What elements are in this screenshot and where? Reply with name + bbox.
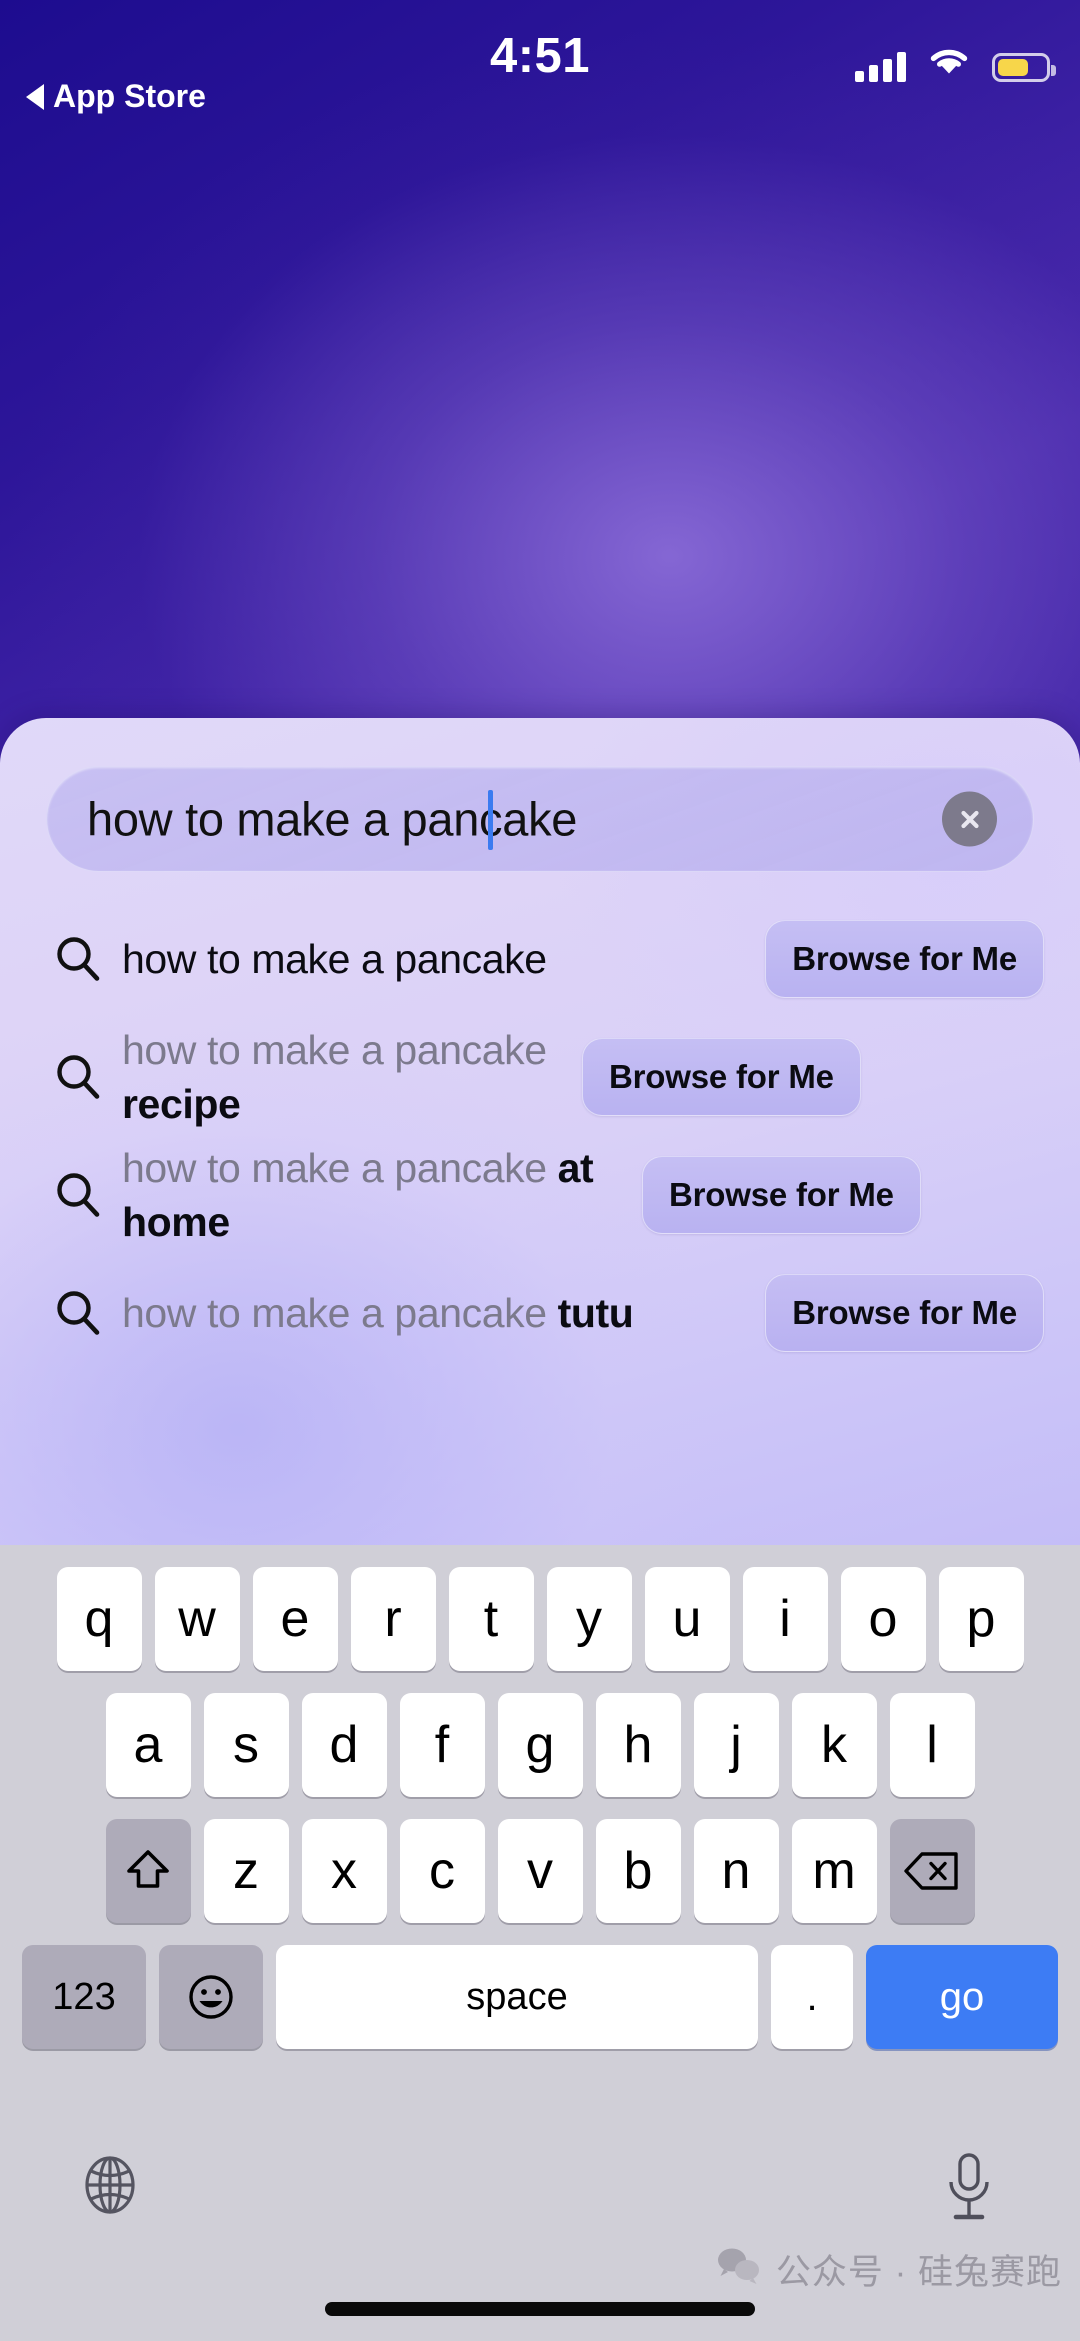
backspace-key[interactable] bbox=[889, 1819, 975, 1923]
suggestion-row[interactable]: how to make a pancake recipe Browse for … bbox=[0, 1018, 1080, 1136]
key-q[interactable]: q bbox=[56, 1567, 142, 1671]
key-p[interactable]: p bbox=[938, 1567, 1024, 1671]
key-w[interactable]: w bbox=[154, 1567, 240, 1671]
suggestion-row[interactable]: how to make a pancake Browse for Me bbox=[0, 900, 1080, 1018]
key-h[interactable]: h bbox=[595, 1693, 681, 1797]
home-indicator[interactable] bbox=[325, 2302, 755, 2316]
keyboard-row-2: a s d f g h j k l bbox=[0, 1671, 1080, 1797]
dictation-key[interactable] bbox=[938, 2149, 1000, 2232]
key-b[interactable]: b bbox=[595, 1819, 681, 1923]
period-key[interactable]: . bbox=[771, 1945, 853, 2049]
key-a[interactable]: a bbox=[105, 1693, 191, 1797]
cellular-signal-icon bbox=[855, 52, 906, 82]
magnifier-icon bbox=[52, 1051, 122, 1103]
emoji-key[interactable] bbox=[159, 1945, 263, 2049]
browse-for-me-button[interactable]: Browse for Me bbox=[765, 1274, 1044, 1352]
wifi-icon bbox=[927, 45, 971, 82]
shift-arrow-up-icon bbox=[127, 1850, 169, 1888]
battery-icon bbox=[992, 53, 1056, 82]
shift-key[interactable] bbox=[105, 1819, 191, 1923]
onscreen-keyboard: q w e r t y u i o p a s d f g h j k l z … bbox=[0, 1545, 1080, 2341]
status-bar: 4:51 App Store bbox=[0, 0, 1080, 130]
key-u[interactable]: u bbox=[644, 1567, 730, 1671]
suggestion-row[interactable]: how to make a pancake at home Browse for… bbox=[0, 1136, 1080, 1254]
suggestion-text: how to make a pancake at home bbox=[122, 1145, 594, 1245]
search-input-value: how to make a pancake bbox=[87, 792, 578, 846]
key-t[interactable]: t bbox=[448, 1567, 534, 1671]
back-button-label: App Store bbox=[53, 78, 206, 114]
microphone-dictation-icon bbox=[949, 2153, 989, 2220]
browse-for-me-button[interactable]: Browse for Me bbox=[642, 1156, 921, 1234]
suggestion-list: how to make a pancake Browse for Me how … bbox=[0, 900, 1080, 1372]
browse-for-me-button[interactable]: Browse for Me bbox=[765, 920, 1044, 998]
triangle-left-icon bbox=[26, 83, 44, 110]
magnifier-icon bbox=[52, 933, 122, 985]
watermark-text: 公众号 · 硅兔赛跑 bbox=[775, 2253, 1062, 2292]
emoji-smiley-icon bbox=[189, 1975, 233, 2019]
search-input[interactable]: how to make a pancake bbox=[46, 766, 1034, 872]
space-key[interactable]: space bbox=[276, 1945, 758, 2049]
status-bar-indicators bbox=[855, 42, 1056, 82]
clear-search-button[interactable] bbox=[942, 791, 997, 847]
key-d[interactable]: d bbox=[301, 1693, 387, 1797]
backspace-delete-icon bbox=[904, 1852, 958, 1890]
key-l[interactable]: l bbox=[889, 1693, 975, 1797]
key-i[interactable]: i bbox=[742, 1567, 828, 1671]
key-c[interactable]: c bbox=[399, 1819, 485, 1923]
key-o[interactable]: o bbox=[840, 1567, 926, 1671]
back-to-app-store-button[interactable]: App Store bbox=[26, 78, 206, 115]
key-m[interactable]: m bbox=[791, 1819, 877, 1923]
globe-language-icon bbox=[85, 2156, 135, 2214]
keyboard-row-3: z x c v b n m bbox=[0, 1797, 1080, 1923]
wechat-watermark: 公众号 · 硅兔赛跑 bbox=[715, 2244, 1062, 2295]
browse-for-me-button[interactable]: Browse for Me bbox=[582, 1038, 861, 1116]
magnifier-icon bbox=[52, 1287, 122, 1339]
magnifier-icon bbox=[52, 1169, 122, 1221]
keyboard-row-1: q w e r t y u i o p bbox=[0, 1545, 1080, 1671]
keyboard-bottom-bar: 公众号 · 硅兔赛跑 bbox=[0, 2131, 1080, 2341]
globe-language-key[interactable] bbox=[78, 2153, 142, 2222]
key-e[interactable]: e bbox=[252, 1567, 338, 1671]
search-suggestion-panel: how to make a pancake how to make a panc… bbox=[0, 718, 1080, 1545]
close-icon bbox=[960, 810, 979, 828]
key-g[interactable]: g bbox=[497, 1693, 583, 1797]
keyboard-row-4: 123 space . go bbox=[0, 1923, 1080, 2049]
key-n[interactable]: n bbox=[693, 1819, 779, 1923]
suggestion-text: how to make a pancake tutu bbox=[122, 1290, 634, 1336]
numeric-keyboard-key[interactable]: 123 bbox=[22, 1945, 146, 2049]
key-z[interactable]: z bbox=[203, 1819, 289, 1923]
key-y[interactable]: y bbox=[546, 1567, 632, 1671]
text-cursor bbox=[488, 790, 493, 850]
key-r[interactable]: r bbox=[350, 1567, 436, 1671]
go-key[interactable]: go bbox=[866, 1945, 1058, 2049]
key-x[interactable]: x bbox=[301, 1819, 387, 1923]
suggestion-text: how to make a pancake recipe bbox=[122, 1027, 547, 1127]
key-f[interactable]: f bbox=[399, 1693, 485, 1797]
key-k[interactable]: k bbox=[791, 1693, 877, 1797]
wechat-icon bbox=[715, 2245, 763, 2294]
key-v[interactable]: v bbox=[497, 1819, 583, 1923]
key-j[interactable]: j bbox=[693, 1693, 779, 1797]
suggestion-text: how to make a pancake bbox=[122, 936, 547, 982]
key-s[interactable]: s bbox=[203, 1693, 289, 1797]
suggestion-row[interactable]: how to make a pancake tutu Browse for Me bbox=[0, 1254, 1080, 1372]
